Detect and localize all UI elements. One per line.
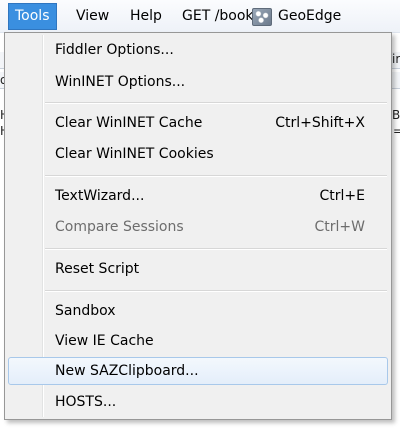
menu-separator: [45, 175, 387, 177]
menu-item-shortcut: Ctrl+E: [319, 188, 366, 204]
menu-geoedge[interactable]: GeoEdge: [272, 4, 347, 28]
menu-item-sandbox[interactable]: Sandbox: [8, 297, 388, 325]
menu-bar: Tools View Help GET /book GeoEdge: [0, 0, 400, 33]
menu-item-clear-wininet-cache[interactable]: Clear WinINET Cache Ctrl+Shift+X: [8, 109, 388, 137]
background-text: Be: [392, 108, 400, 122]
menu-item-compare-sessions[interactable]: Compare Sessions Ctrl+W: [8, 213, 388, 241]
menu-item-shortcut: Ctrl+W: [314, 219, 365, 235]
menu-item-label: Sandbox: [55, 303, 116, 319]
menu-item-textwizard[interactable]: TextWizard... Ctrl+E: [8, 182, 388, 210]
menu-tools[interactable]: Tools: [8, 3, 57, 30]
menu-item-label: Fiddler Options...: [55, 42, 174, 58]
tools-dropdown-menu: Fiddler Options... WinINET Options... Cl…: [4, 32, 392, 420]
menu-item-shortcut: Ctrl+Shift+X: [275, 115, 365, 131]
menu-item-hosts[interactable]: HOSTS...: [8, 388, 388, 416]
fiddler-window: ir Be o H H = Tools View Help GET /book …: [0, 0, 400, 429]
menu-get-book[interactable]: GET /book: [176, 4, 260, 28]
menu-item-view-ie-cache[interactable]: View IE Cache: [8, 327, 388, 355]
menu-item-fiddler-options[interactable]: Fiddler Options...: [8, 36, 388, 64]
menu-item-label: Clear WinINET Cache: [55, 115, 203, 131]
menu-separator: [45, 290, 387, 292]
menu-separator: [45, 248, 387, 250]
menu-view[interactable]: View: [70, 4, 115, 28]
menu-item-label: HOSTS...: [55, 394, 117, 410]
menu-item-label: Compare Sessions: [55, 219, 184, 235]
menu-separator: [45, 102, 387, 104]
menu-item-clear-wininet-cookies[interactable]: Clear WinINET Cookies: [8, 140, 388, 168]
menu-help[interactable]: Help: [124, 4, 168, 28]
background-text: ir: [392, 52, 400, 66]
menu-item-label: New SAZClipboard...: [55, 363, 199, 379]
menu-item-new-sazclipboard[interactable]: New SAZClipboard...: [8, 357, 388, 385]
menu-item-label: TextWizard...: [55, 188, 145, 204]
background-text: =: [393, 124, 400, 138]
menu-item-wininet-options[interactable]: WinINET Options...: [8, 68, 388, 96]
menu-item-label: WinINET Options...: [55, 74, 186, 90]
geoedge-icon: [252, 8, 272, 26]
menu-item-reset-script[interactable]: Reset Script: [8, 255, 388, 283]
menu-item-label: Clear WinINET Cookies: [55, 146, 214, 162]
menu-item-label: Reset Script: [55, 261, 140, 277]
menu-item-label: View IE Cache: [55, 333, 154, 349]
